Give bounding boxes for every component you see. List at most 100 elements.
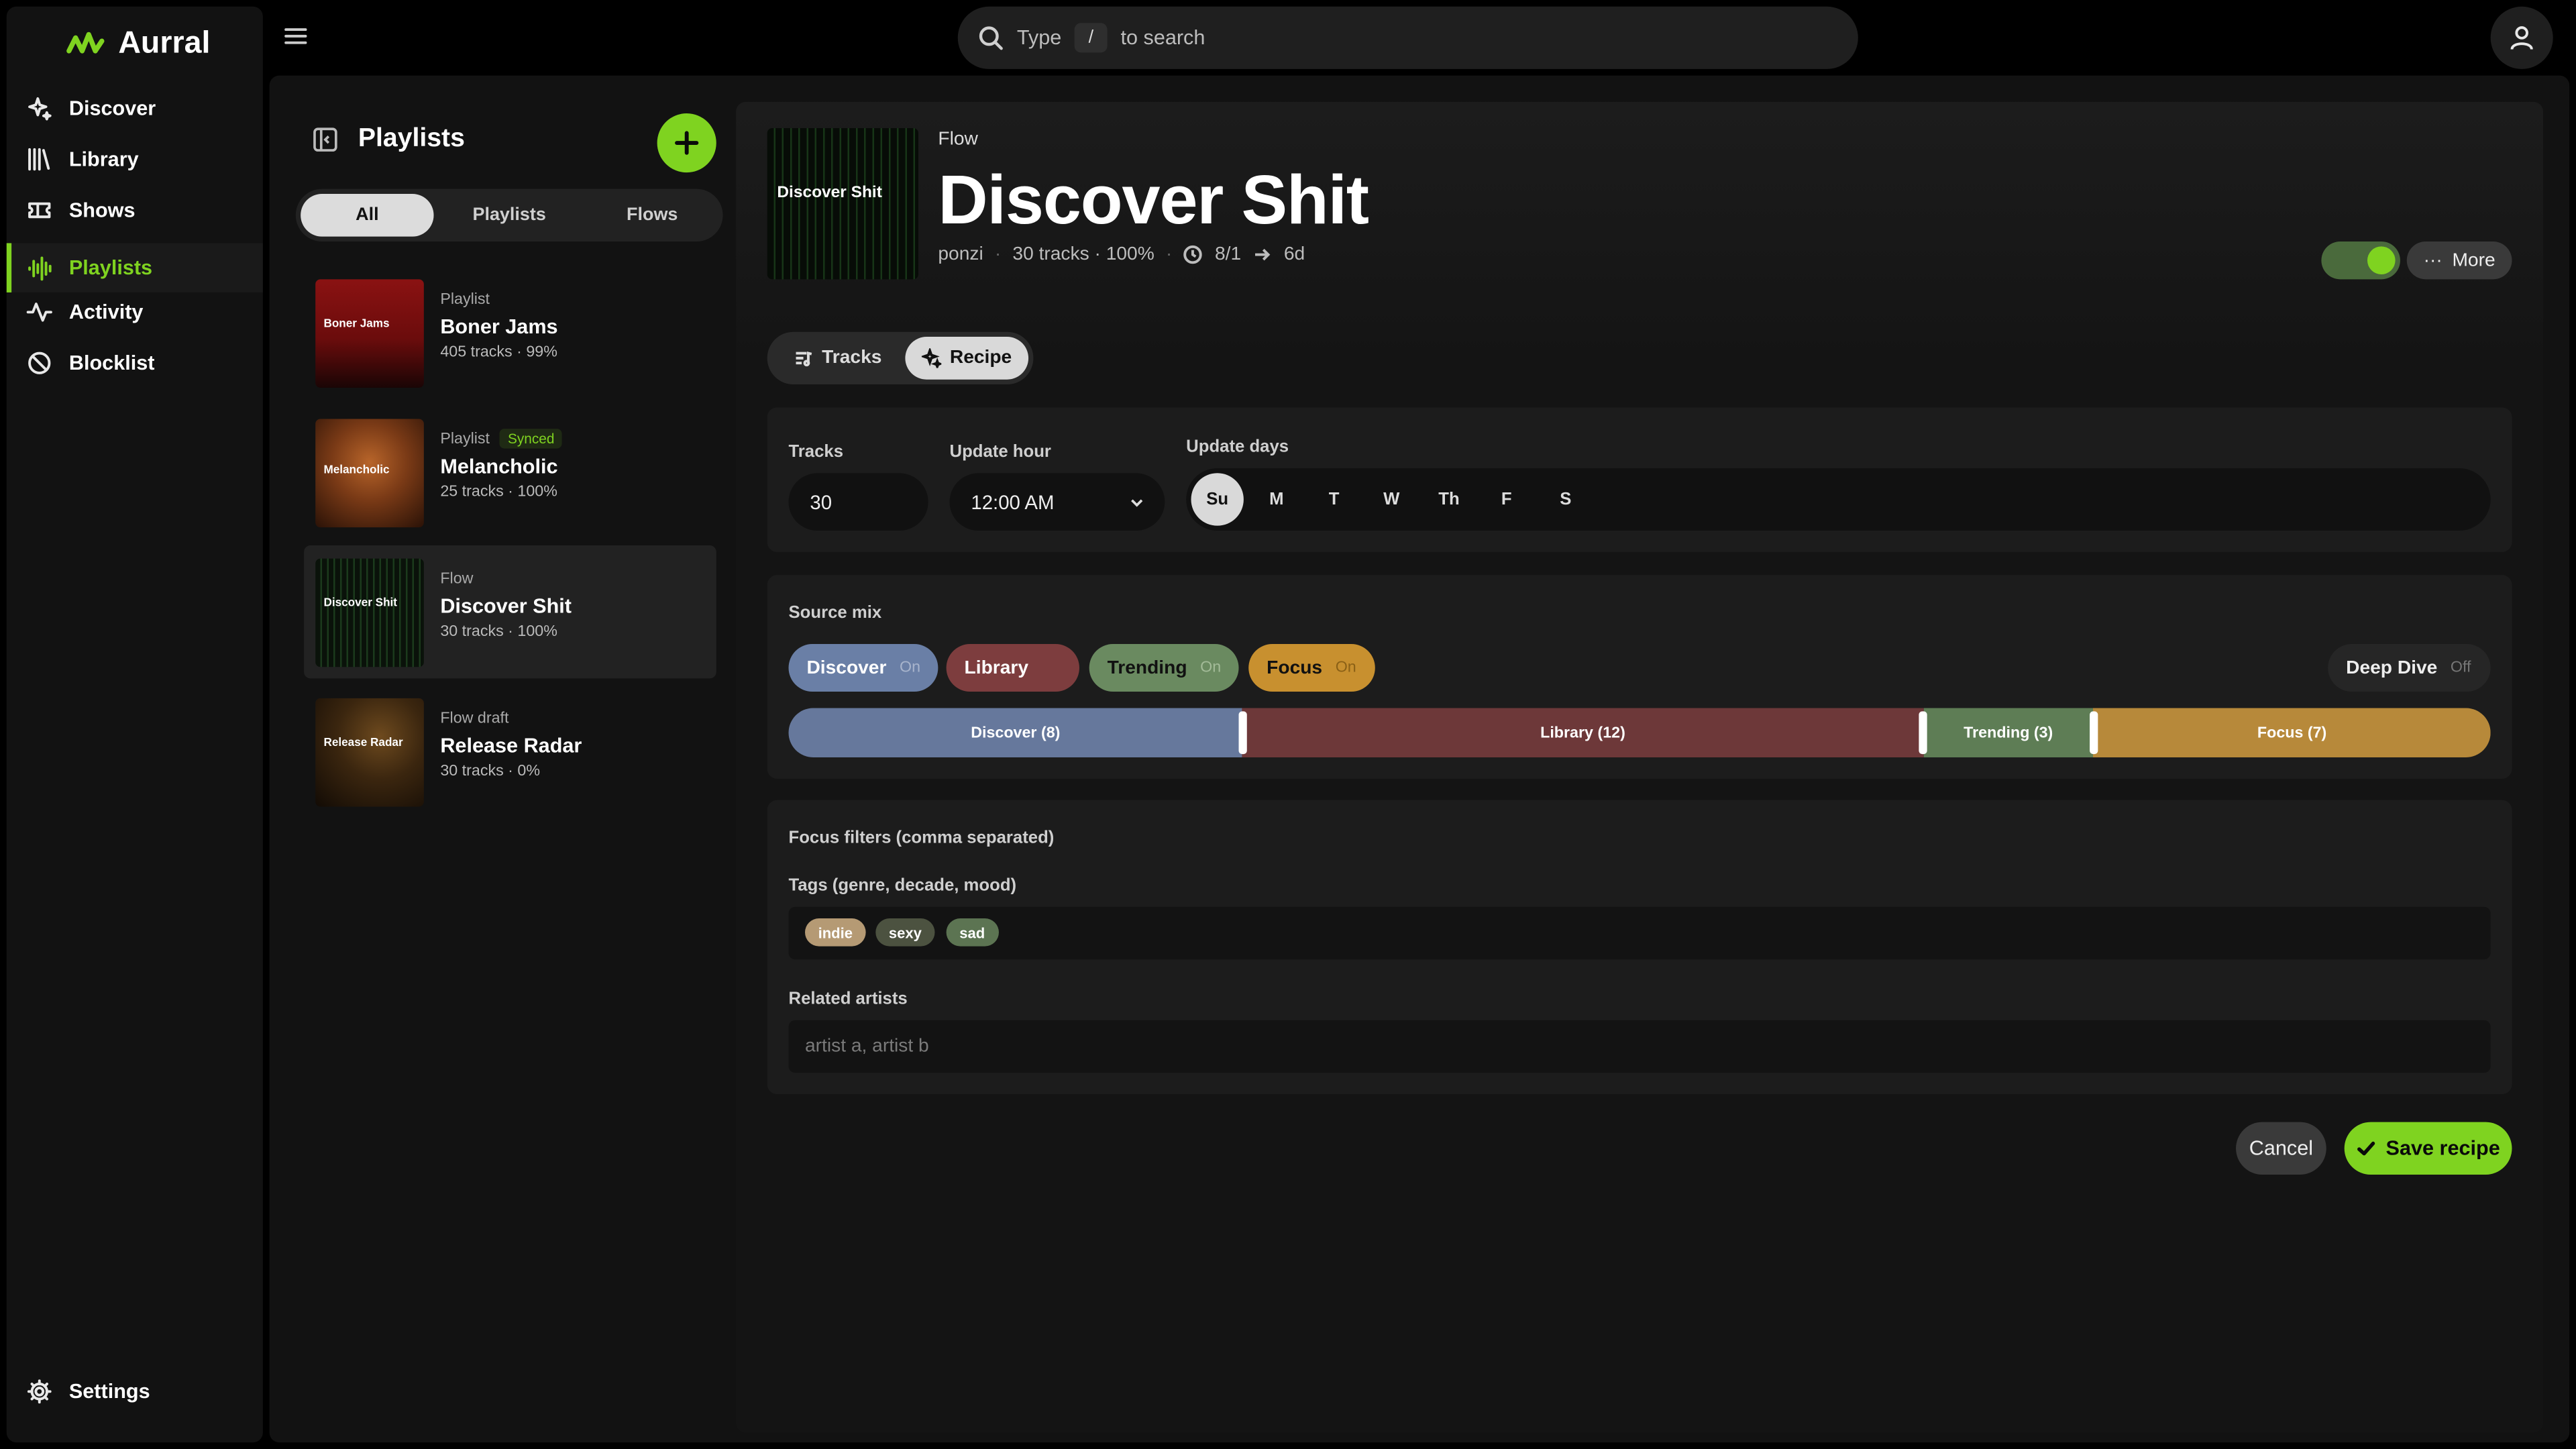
update-hour-value: 12:00 AM [971,490,1055,514]
source-deep-dive-chip[interactable]: Deep Dive Off [2328,644,2491,692]
mix-segment-discover: Discover (8) [788,708,1243,757]
brand-logo[interactable]: Aurral [66,26,210,62]
day-toggle-th[interactable]: Th [1423,473,1475,525]
playlist-stats: 25 tracks · 100% [440,483,557,501]
nav-label: Discover [68,97,156,120]
nav-item-library[interactable]: Library [7,135,263,184]
sparkles-icon [922,348,942,368]
mix-drag-handle[interactable] [2089,711,2098,755]
sparkles-icon [28,97,52,121]
tag-chip[interactable]: sexy [875,918,935,947]
ban-icon [28,352,51,374]
source-mix-label: Source mix [788,602,882,623]
tracks-input[interactable]: 30 [788,473,928,531]
related-artists-input[interactable]: artist a, artist b [788,1020,2491,1073]
source-mix-bar: Discover (8) Library (12) Trending (3) Focu… [788,708,2491,757]
clock-icon [1184,245,1203,264]
search-bar[interactable]: Type / to search [957,6,1858,69]
tag-chip[interactable]: indie [805,918,866,947]
source-discover-chip[interactable]: Discover On [788,644,939,692]
user-menu-button[interactable] [2490,6,2553,69]
nav-item-playlists[interactable]: Playlists [6,243,263,292]
tab-label: Tracks [822,348,882,368]
save-recipe-button[interactable]: Save recipe [2344,1122,2512,1175]
mix-drag-handle[interactable] [1238,711,1247,755]
playlist-type: Playlist [440,429,490,448]
flow-type: Flow [938,129,978,150]
cover-text: Discover Shit [777,184,882,203]
filter-flows[interactable]: Flows [585,194,720,237]
filter-playlists[interactable]: Playlists [440,194,578,237]
detail-tabs: Tracks Recipe [767,331,1034,385]
search-shortcut-key: / [1074,23,1108,53]
flow-meta: ponzi · 30 tracks · 100% · 8/1 6d [938,244,1305,265]
flow-cover: Discover Shit [767,128,918,280]
more-button[interactable]: ··· More [2406,241,2512,280]
day-toggle-w[interactable]: W [1365,473,1417,525]
source-library-chip[interactable]: Library [946,644,1079,692]
playlist-name: Discover Shit [440,594,572,618]
nav-item-blocklist[interactable]: Blocklist [7,338,263,387]
source-trending-chip[interactable]: Trending On [1089,644,1240,692]
cancel-button[interactable]: Cancel [2236,1122,2326,1175]
update-hour-select[interactable]: 12:00 AM [949,473,1165,531]
tags-input[interactable] [788,906,2491,960]
chip-label: Deep Dive [2346,657,2438,678]
collapse-panel-icon[interactable] [312,127,338,153]
chip-label: Focus [1267,657,1323,678]
playlist-cover: Boner Jams [315,279,424,388]
day-toggle-f[interactable]: F [1481,473,1533,525]
add-playlist-button[interactable] [657,113,716,173]
nav-item-discover[interactable]: Discover [7,84,263,133]
tab-tracks[interactable]: Tracks [773,337,902,380]
nav-item-settings[interactable]: Settings [7,1367,263,1416]
brand-name: Aurral [118,26,211,61]
playlists-header: Playlists [312,125,465,154]
nav-label: Shows [68,199,136,222]
tags-label: Tags (genre, decade, mood) [788,875,1017,896]
source-focus-chip[interactable]: Focus On [1248,644,1375,692]
playlist-item[interactable]: Release Radar Flow draft Release Radar 3… [304,685,716,818]
nav-label: Blocklist [68,352,155,375]
day-toggle-m[interactable]: M [1250,473,1303,525]
filter-all[interactable]: All [301,193,434,237]
mix-segment-trending: Trending (3) [1923,708,2094,757]
page-title: Discover Shit [938,161,1369,239]
more-label: More [2452,250,2496,270]
list-music-icon [796,352,812,367]
chip-state: On [1200,659,1222,677]
nav-label: Playlists [68,256,153,280]
audio-waveform-icon [28,256,52,281]
playlist-type: Flow draft [440,708,509,727]
cover-text: Boner Jams [323,319,390,331]
tab-recipe[interactable]: Recipe [905,337,1029,380]
nav-item-activity[interactable]: Activity [7,288,263,337]
playlist-item[interactable]: Boner Jams Playlist Boner Jams 405 track… [304,266,716,399]
hamburger-icon [284,28,307,44]
day-toggle-su[interactable]: Su [1191,473,1244,526]
cover-text: Release Radar [323,737,403,749]
chip-label: Library [964,657,1029,678]
flow-date-to: 6d [1283,244,1305,265]
flow-enabled-toggle[interactable] [2321,241,2400,280]
update-hour-label: Update hour [949,441,1051,462]
cover-text: Melancholic [323,465,390,477]
cover-text: Discover Shit [323,598,398,610]
day-toggle-t[interactable]: T [1307,473,1360,525]
playlist-item[interactable]: Discover Shit Flow Discover Shit 30 trac… [304,545,716,679]
mix-drag-handle[interactable] [1919,711,1928,755]
nav-label: Activity [68,301,144,324]
search-prefix: Type [1016,26,1062,50]
flow-date-from: 8/1 [1214,244,1242,265]
playlist-cover: Melancholic [315,419,424,528]
update-days-label: Update days [1186,437,1289,457]
day-toggle-s[interactable]: S [1540,473,1592,525]
tag-chip[interactable]: sad [946,918,998,947]
check-icon [2357,1141,2375,1156]
nav-label: Settings [68,1380,150,1403]
playlist-item[interactable]: Melancholic Playlist Synced Melancholic 2… [304,406,716,539]
flow-owner: ponzi [938,244,983,265]
nav-item-shows[interactable]: Shows [7,186,263,235]
activity-icon [26,303,52,322]
menu-toggle-button[interactable] [282,23,309,49]
